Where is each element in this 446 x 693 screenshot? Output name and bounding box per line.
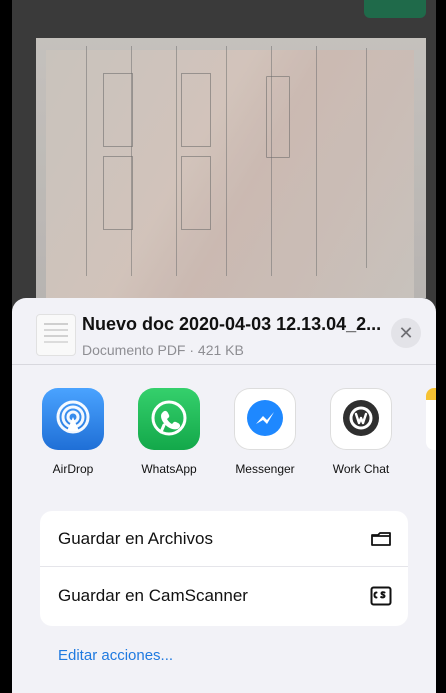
form-box — [181, 156, 211, 230]
share-target-whatsapp[interactable]: WhatsApp — [126, 388, 212, 476]
save-to-files-action[interactable]: Guardar en Archivos — [40, 511, 408, 567]
form-box — [266, 76, 290, 158]
preview-line — [86, 46, 87, 276]
share-targets-row: AirDrop WhatsApp Messenger Work Chat — [12, 388, 436, 488]
airdrop-symbol — [56, 400, 90, 434]
phone-screen: Nuevo doc 2020-04-03 12.13.04_2... Docum… — [12, 0, 436, 693]
work-chat-symbol — [343, 400, 379, 436]
camscanner-icon — [370, 586, 392, 606]
share-target-label: Work Chat — [332, 462, 390, 476]
share-header: Nuevo doc 2020-04-03 12.13.04_2... Docum… — [12, 298, 436, 365]
form-box — [103, 156, 133, 230]
top-action-button[interactable] — [364, 0, 426, 18]
document-meta: Documento PDF · 421 KB — [82, 342, 244, 358]
whatsapp-icon — [138, 388, 200, 450]
preview-line — [226, 46, 227, 276]
share-target-label: Messenger — [235, 462, 295, 476]
edit-actions-link[interactable]: Editar acciones... — [58, 647, 173, 664]
share-target-airdrop[interactable]: AirDrop — [30, 388, 116, 476]
paper-background — [46, 50, 414, 298]
share-target-label: WhatsApp — [141, 462, 197, 476]
document-preview — [36, 38, 426, 298]
airdrop-icon — [42, 388, 104, 450]
work-chat-icon — [330, 388, 392, 450]
form-box — [103, 73, 133, 147]
action-label: Guardar en CamScanner — [58, 586, 248, 605]
messenger-symbol — [247, 400, 283, 436]
preview-line — [316, 46, 317, 276]
form-box — [181, 73, 211, 147]
close-button[interactable]: ✕ — [391, 318, 421, 348]
preview-line — [366, 48, 367, 268]
action-list: Guardar en Archivos Guardar en CamScanne… — [40, 511, 408, 626]
preview-line — [176, 46, 177, 276]
share-target-label: AirDrop — [52, 462, 94, 476]
document-title: Nuevo doc 2020-04-03 12.13.04_2... — [82, 314, 382, 334]
document-thumbnail — [36, 314, 76, 356]
action-label: Guardar en Archivos — [58, 528, 213, 548]
share-target-messenger[interactable]: Messenger — [222, 388, 308, 476]
save-to-camscanner-action[interactable]: Guardar en CamScanner — [40, 568, 408, 624]
close-icon: ✕ — [398, 323, 414, 343]
messenger-icon — [234, 388, 296, 450]
share-sheet: Nuevo doc 2020-04-03 12.13.04_2... Docum… — [12, 298, 436, 693]
whatsapp-symbol — [151, 400, 187, 436]
more-targets-accent — [426, 388, 436, 400]
share-target-work-chat[interactable]: Work Chat — [318, 388, 404, 476]
more-targets-edge — [426, 388, 436, 450]
folder-icon — [370, 530, 392, 548]
